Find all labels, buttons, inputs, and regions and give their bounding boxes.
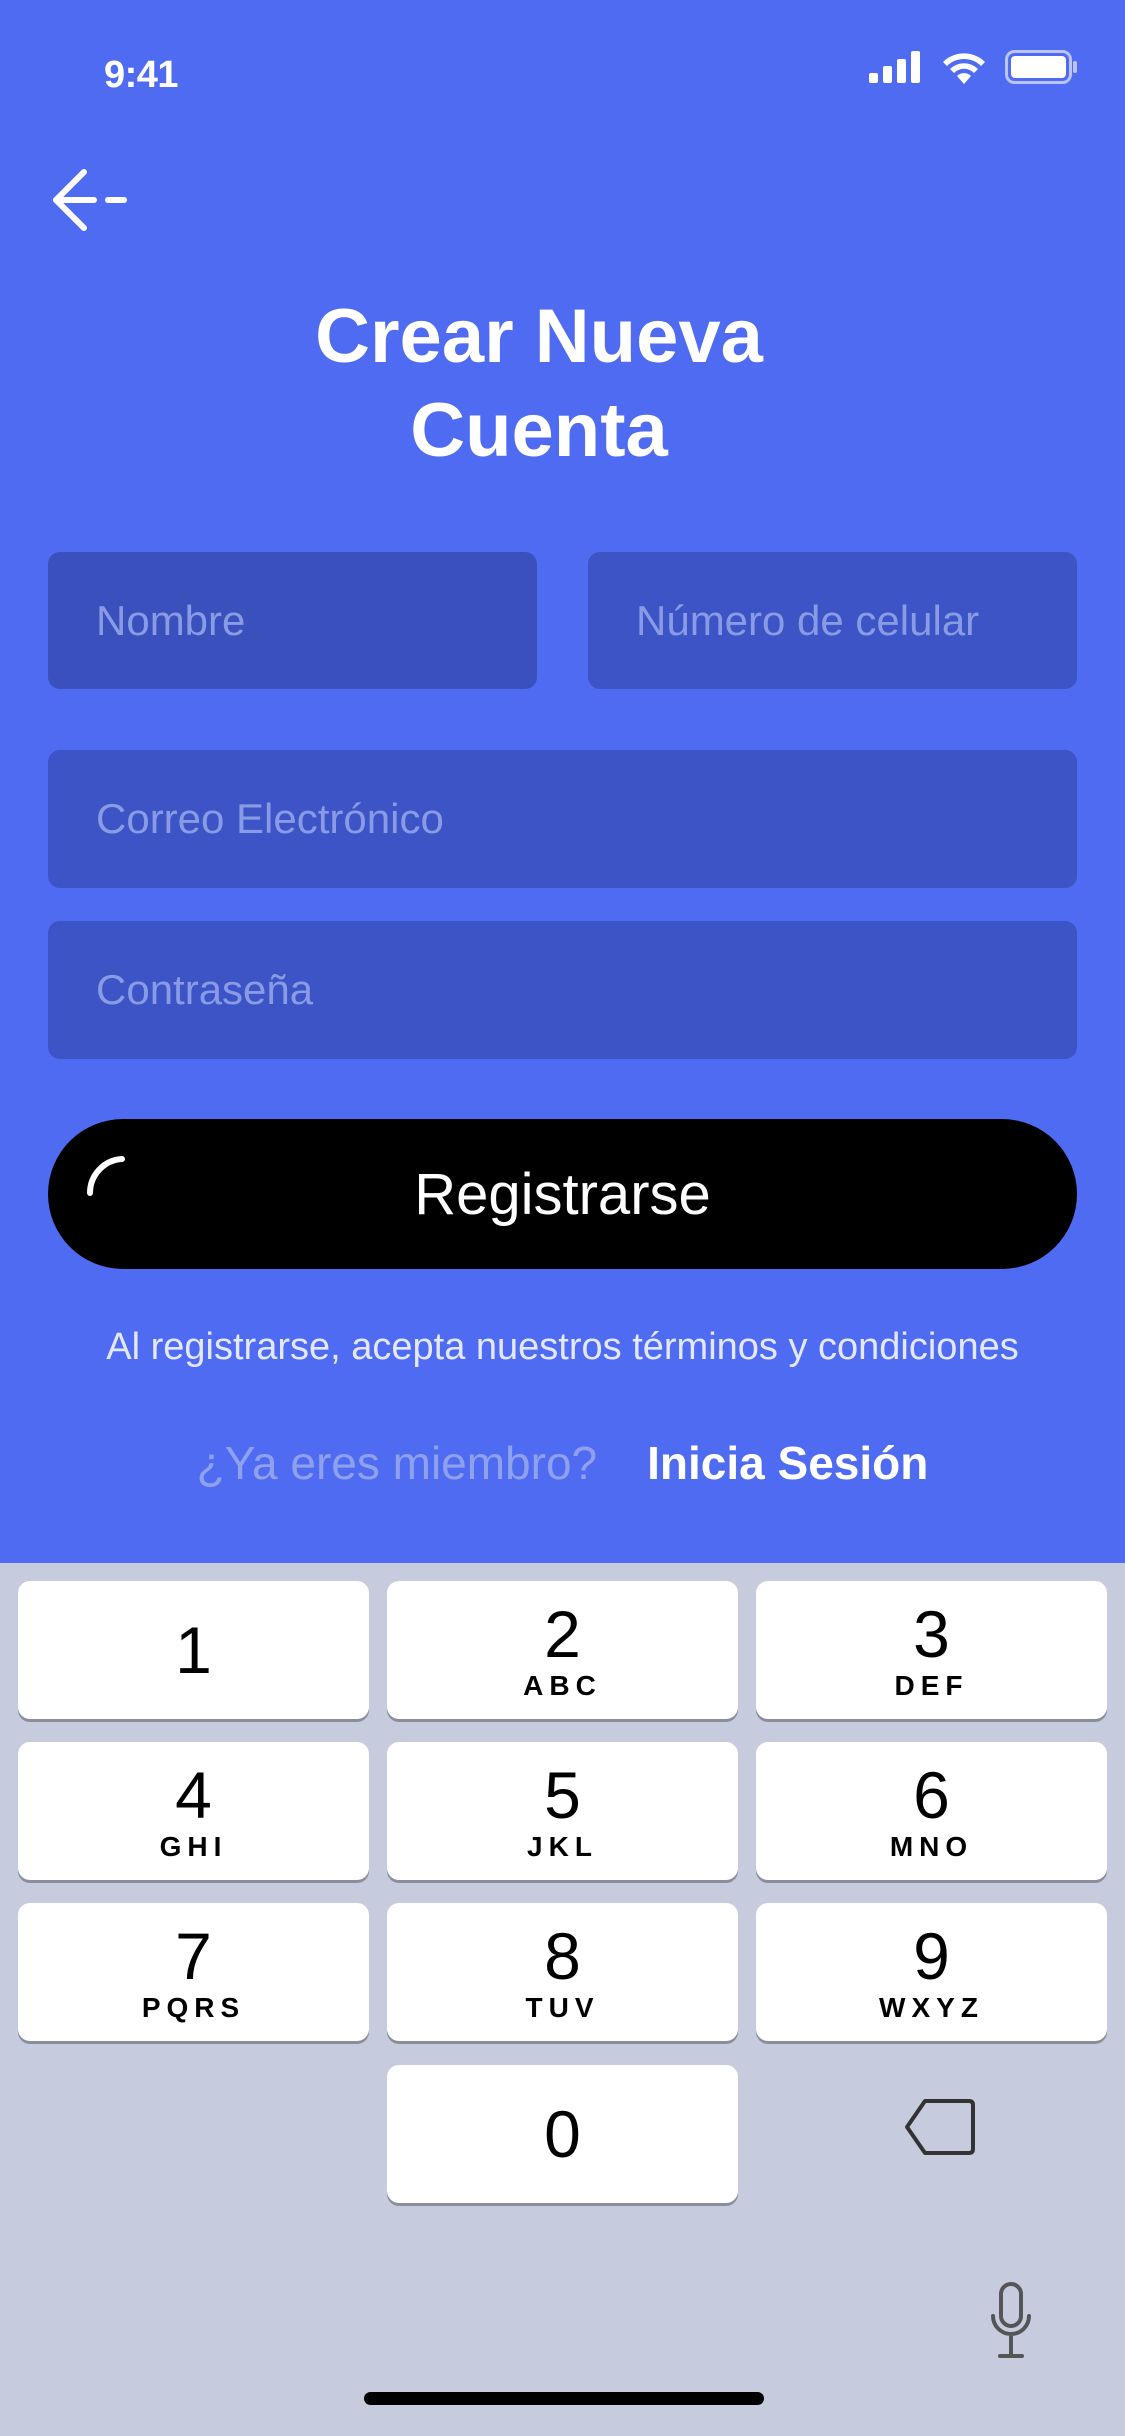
terms-text: Al registrarse, acepta nuestros términos… <box>106 1326 1019 1368</box>
phone-field[interactable] <box>588 552 1077 689</box>
name-input[interactable] <box>96 596 537 645</box>
email-input[interactable] <box>96 795 1077 843</box>
key-letters: TUV <box>525 1992 600 2023</box>
back-arrow-icon[interactable] <box>48 166 138 236</box>
page-title-line2: Cuenta <box>410 388 668 473</box>
login-link[interactable]: Inicia Sesión <box>647 1437 928 1489</box>
signal-icon <box>869 51 920 83</box>
key-digit: 1 <box>175 1613 212 1687</box>
register-button-label: Registrarse <box>414 1161 711 1227</box>
key-2[interactable]: 2 ABC <box>387 1581 738 1719</box>
numeric-keyboard: 1 2 ABC 3 DEF 4 GHI 5 JKL 6 MNO 7 PQRS 8… <box>0 1563 1125 2436</box>
email-field[interactable] <box>48 750 1077 888</box>
key-9[interactable]: 9 WXYZ <box>756 1903 1107 2041</box>
key-digit: 3 <box>913 1597 950 1671</box>
status-time: 9:41 <box>104 54 179 96</box>
key-5[interactable]: 5 JKL <box>387 1742 738 1880</box>
key-digit: 8 <box>544 1919 581 1993</box>
key-1[interactable]: 1 <box>18 1581 369 1719</box>
key-digit: 2 <box>544 1597 581 1671</box>
key-letters: GHI <box>159 1831 228 1862</box>
key-8[interactable]: 8 TUV <box>387 1903 738 2041</box>
page-title-line1: Crear Nueva <box>315 294 763 379</box>
key-4[interactable]: 4 GHI <box>18 1742 369 1880</box>
password-input[interactable] <box>96 966 1077 1014</box>
key-letters: DEF <box>894 1670 969 1701</box>
page-title: Crear Nueva Cuenta <box>0 290 1078 478</box>
home-indicator[interactable] <box>364 2392 764 2405</box>
login-prompt: ¿Ya eres miembro? Inicia Sesión <box>0 1436 1125 1490</box>
key-digit: 7 <box>175 1919 212 1993</box>
key-0[interactable]: 0 <box>387 2065 738 2203</box>
key-digit: 5 <box>544 1758 581 1832</box>
password-field[interactable] <box>48 921 1077 1059</box>
backspace-icon[interactable] <box>903 2097 977 2157</box>
key-7[interactable]: 7 PQRS <box>18 1903 369 2041</box>
key-digit: 9 <box>913 1919 950 1993</box>
member-question: ¿Ya eres miembro? <box>196 1437 598 1489</box>
wifi-icon <box>943 53 985 84</box>
key-digit: 0 <box>544 2097 581 2171</box>
status-icons <box>869 50 1079 84</box>
key-letters: MNO <box>889 1831 974 1862</box>
battery-icon <box>1005 50 1077 84</box>
phone-input[interactable] <box>636 596 1077 645</box>
status-bar: 9:41 <box>0 0 1125 140</box>
key-letters: WXYZ <box>879 1992 984 2023</box>
key-letters: JKL <box>527 1831 598 1862</box>
key-3[interactable]: 3 DEF <box>756 1581 1107 1719</box>
key-letters: PQRS <box>141 1992 246 2023</box>
register-button[interactable]: Registrarse <box>48 1119 1077 1269</box>
key-digit: 4 <box>175 1758 212 1832</box>
key-digit: 6 <box>913 1758 950 1832</box>
create-account-screen: 9:41 Crear Nueva Cuenta Nombre Número de… <box>0 0 1125 2436</box>
key-6[interactable]: 6 MNO <box>756 1742 1107 1880</box>
microphone-icon[interactable] <box>988 2282 1034 2362</box>
key-letters: ABC <box>523 1670 602 1701</box>
name-field[interactable] <box>48 552 537 689</box>
